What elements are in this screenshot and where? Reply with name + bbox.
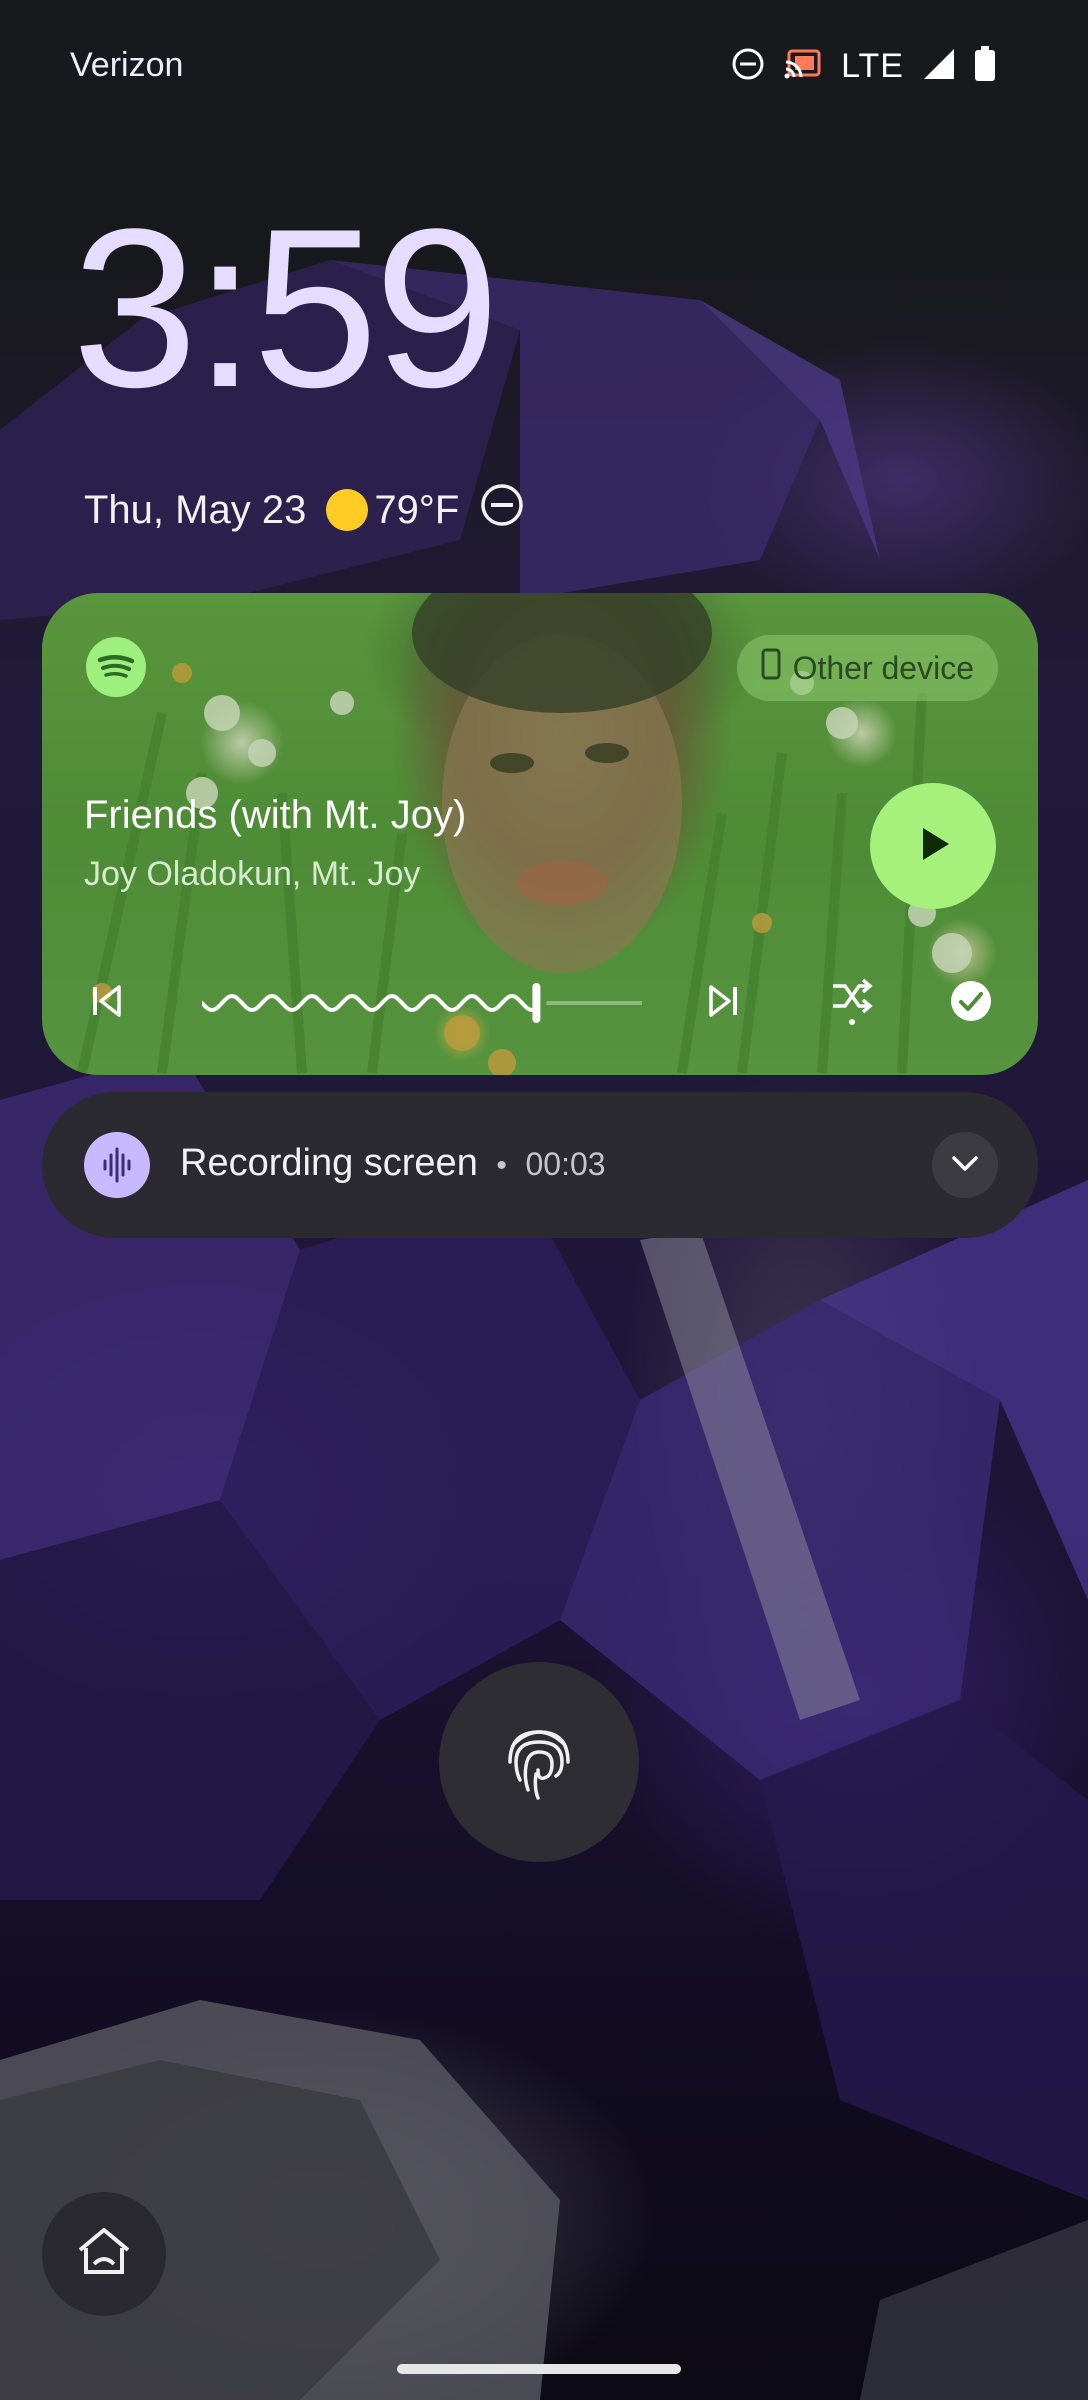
date-weather-row[interactable]: Thu, May 23 79°F: [84, 480, 525, 540]
track-title: Friends (with Mt. Joy): [84, 793, 467, 837]
recording-title: Recording screen: [180, 1142, 478, 1184]
battery-icon: [974, 45, 996, 87]
seek-progress-wave: [200, 993, 538, 1013]
signal-icon: [922, 47, 956, 86]
seek-bar[interactable]: [200, 973, 642, 1033]
sun-icon: [326, 489, 369, 531]
next-button[interactable]: [698, 973, 748, 1033]
recording-elapsed: 00:03: [525, 1146, 606, 1182]
play-icon: [913, 824, 953, 869]
recording-title-row: Recording screen • 00:03: [180, 1142, 606, 1185]
chevron-down-icon: [948, 1146, 982, 1185]
shuffle-icon: [829, 976, 875, 1031]
media-player-card[interactable]: Other device Friends (with Mt. Joy) Joy …: [42, 593, 1038, 1075]
temperature: 79°F: [374, 487, 460, 532]
home-icon: [76, 2226, 132, 2283]
checkmark-icon: [949, 979, 993, 1028]
spotify-icon: [86, 637, 146, 697]
shuffle-button[interactable]: [822, 973, 882, 1033]
seek-thumb[interactable]: [532, 983, 541, 1023]
weather[interactable]: 79°F: [326, 488, 459, 533]
recording-separator: •: [496, 1149, 507, 1182]
carrier-name: Verizon: [70, 46, 184, 84]
sound-wave-icon: [84, 1132, 150, 1198]
do-not-disturb-icon: [479, 482, 525, 538]
next-icon: [705, 983, 741, 1024]
lockscreen-date: Thu, May 23: [84, 487, 307, 532]
like-button[interactable]: [946, 973, 996, 1033]
status-icons: LTE: [731, 45, 996, 87]
output-device-label: Other device: [792, 649, 974, 686]
home-shortcut-button[interactable]: [42, 2192, 166, 2316]
status-bar: Verizon LTE: [0, 0, 1088, 130]
phone-icon: [761, 648, 781, 688]
cast-icon: [783, 47, 823, 86]
navigation-handle[interactable]: [397, 2364, 681, 2374]
expand-notification-button[interactable]: [932, 1132, 998, 1198]
fingerprint-icon: [504, 1718, 574, 1807]
previous-button[interactable]: [82, 973, 132, 1033]
media-controls: [42, 973, 1038, 1033]
track-artist: Joy Oladokun, Mt. Joy: [84, 855, 421, 893]
lockscreen-clock: 3:59: [72, 181, 500, 434]
fingerprint-unlock[interactable]: [439, 1662, 639, 1862]
do-not-disturb-icon: [731, 47, 765, 86]
output-device-chip[interactable]: Other device: [736, 635, 998, 701]
play-button[interactable]: [870, 783, 996, 909]
recording-notification[interactable]: Recording screen • 00:03: [42, 1092, 1038, 1238]
previous-icon: [89, 983, 125, 1024]
network-type: LTE: [841, 46, 904, 85]
